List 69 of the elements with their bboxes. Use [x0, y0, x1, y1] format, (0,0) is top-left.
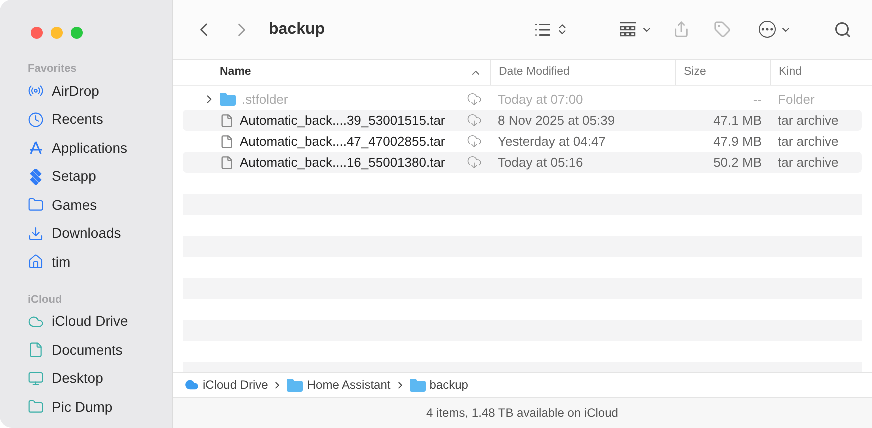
close-button[interactable] [31, 27, 43, 39]
section-heading: iCloud [27, 292, 64, 308]
folder-icon [287, 378, 304, 392]
sidebar-item[interactable]: Documents [10, 336, 162, 364]
path-item[interactable]: Home Assistant [307, 376, 391, 394]
more-icon[interactable] [759, 21, 776, 38]
folder-icon [28, 197, 44, 214]
applications-icon [28, 140, 44, 156]
sidebar-item[interactable]: Setapp [10, 162, 162, 191]
sidebar-item[interactable]: iCloud Drive [10, 308, 162, 336]
group-grid-icon[interactable] [619, 22, 637, 38]
airdrop-icon [28, 83, 44, 100]
sidebar-item[interactable]: Applications [10, 134, 162, 162]
diamond-grid-icon [28, 168, 44, 185]
date-cell: Today at 05:16 [498, 154, 584, 170]
folder-icon [220, 93, 236, 106]
sidebar-item[interactable]: Downloads [10, 220, 162, 248]
file-name: Automatic_back....39_53001515.tar [240, 112, 446, 130]
sidebar-item[interactable]: Desktop [10, 364, 162, 393]
document-icon [28, 342, 44, 358]
zoom-button[interactable] [71, 27, 83, 39]
sidebar-item[interactable]: Games [10, 191, 162, 220]
home-icon [28, 254, 44, 270]
size-cell: -- [753, 92, 762, 107]
file-icon [220, 156, 234, 170]
file-row[interactable]: Automatic_back....47_47002855.tar Yesterday at 04:47 47.9 MB tar archive [183, 131, 862, 152]
sidebar-item[interactable]: Pic Dump [10, 393, 162, 422]
sidebar-item[interactable]: tim [10, 248, 162, 276]
file-name: .stfolder [242, 90, 288, 109]
column-header[interactable]: Kind [779, 64, 802, 82]
size-cell: 47.1 MB [714, 112, 762, 128]
folder-icon [28, 399, 44, 416]
kind-cell: Folder [778, 92, 815, 107]
file-name: Automatic_back....16_55001380.tar [240, 154, 446, 172]
status-text: 4 items, 1.48 TB available on iCloud [426, 405, 618, 422]
tag-icon[interactable] [714, 21, 731, 38]
kind-cell: tar archive [778, 134, 839, 149]
path-item[interactable]: backup [430, 376, 468, 394]
date-cell: Yesterday at 04:47 [498, 134, 606, 149]
cloud-icon [185, 378, 199, 392]
sidebar-item[interactable]: Recents [10, 106, 162, 134]
file-icon [220, 114, 234, 128]
clock-icon [28, 112, 44, 128]
size-cell: 47.9 MB [714, 134, 762, 149]
search-icon[interactable] [834, 20, 852, 38]
share-icon[interactable] [673, 21, 690, 38]
column-header[interactable]: Date Modified [499, 64, 570, 82]
file-name: Automatic_back....47_47002855.tar [240, 132, 446, 151]
column-header[interactable]: Name [220, 64, 252, 82]
column-header[interactable]: Size [684, 64, 706, 82]
file-row[interactable]: Automatic_back....16_55001380.tar Today at 05:16 50.2 MB tar archive [183, 152, 862, 173]
cloud-download-icon[interactable] [467, 134, 482, 149]
cloud-download-icon[interactable] [467, 92, 482, 107]
cloud-download-icon[interactable] [467, 113, 482, 128]
cloud-download-icon[interactable] [467, 155, 482, 170]
path-item[interactable]: iCloud Drive [203, 376, 268, 394]
kind-cell: tar archive [778, 154, 839, 170]
desktop-icon [28, 370, 44, 387]
file-icon [220, 134, 234, 148]
folder-icon [410, 378, 426, 392]
file-row[interactable]: Automatic_back....39_53001515.tar 8 Nov 2025 at 05:39 47.1 MB tar archive [183, 110, 862, 131]
kind-cell: tar archive [778, 112, 839, 128]
section-heading: Favorites [27, 62, 78, 77]
sidebar-item[interactable]: AirDrop [10, 77, 162, 106]
date-cell: Today at 07:00 [498, 92, 584, 107]
download-icon [28, 226, 44, 242]
window-title: backup [269, 20, 326, 40]
date-cell: 8 Nov 2025 at 05:39 [498, 112, 616, 128]
size-cell: 50.2 MB [714, 154, 762, 170]
